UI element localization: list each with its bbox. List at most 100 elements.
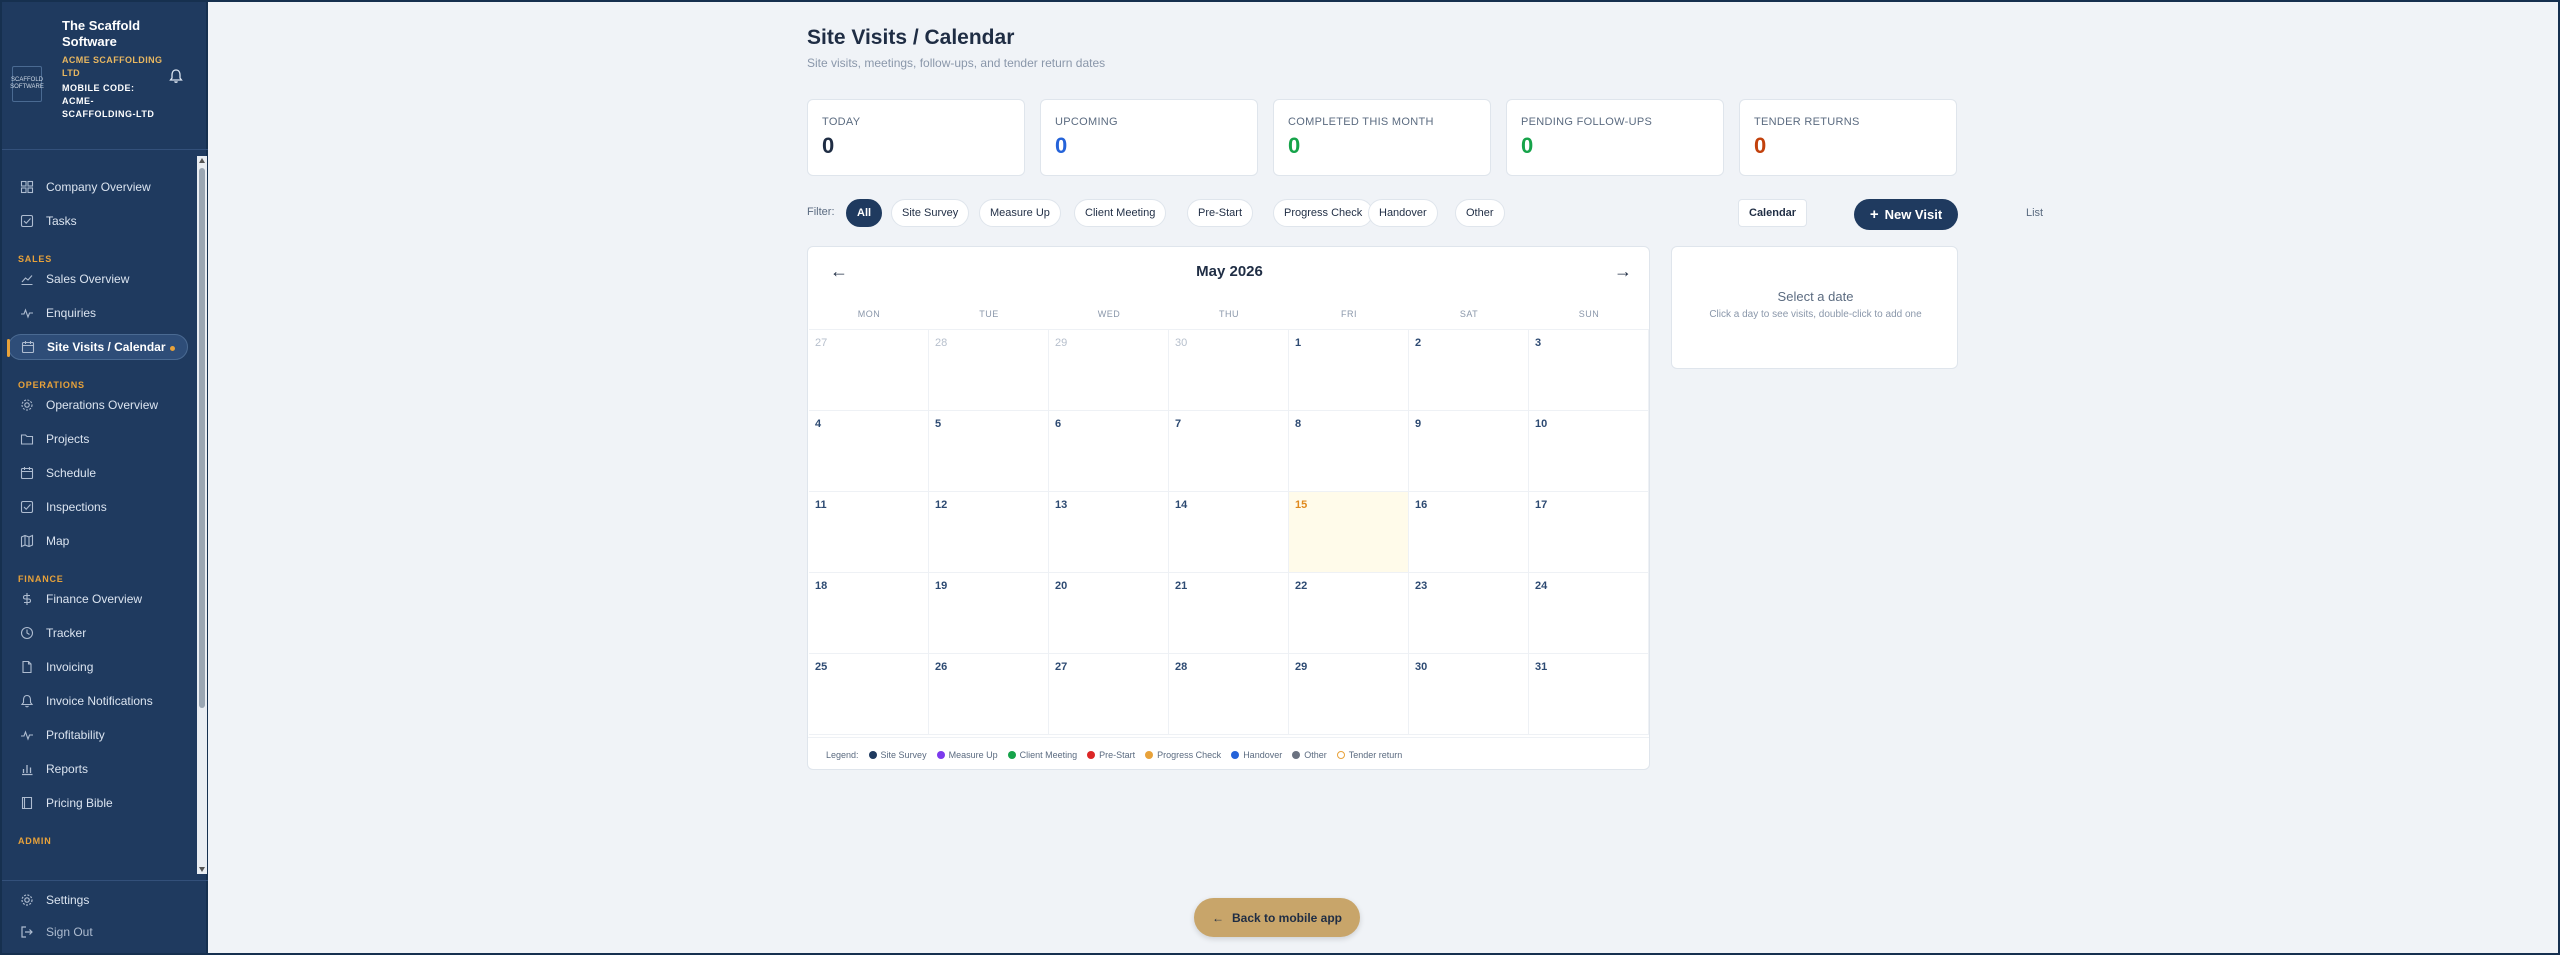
calendar-day-today[interactable]: 15 [1289, 492, 1409, 573]
calendar-day[interactable]: 11 [809, 492, 929, 573]
calendar-day[interactable]: 5 [929, 411, 1049, 492]
legend-title: Legend: [826, 749, 859, 760]
sidebar-item-reports[interactable]: Reports [8, 756, 188, 782]
filter-chip-all[interactable]: All [846, 199, 883, 227]
sidebar-nav: Company Overview Tasks SALES Sales Overview… [0, 158, 198, 872]
calendar-day[interactable]: 31 [1529, 654, 1649, 735]
sidebar-item-tracker[interactable]: Tracker [8, 620, 188, 646]
sidebar-item-projects[interactable]: Projects [8, 426, 188, 452]
calendar-day[interactable]: 9 [1409, 411, 1529, 492]
company-logo: SCAFFOLD SOFTWARE [10, 66, 44, 102]
next-month-arrow-icon[interactable]: → [1614, 261, 1632, 282]
main-content: Site Visits / Calendar Site visits, meet… [208, 0, 2560, 955]
bell-icon[interactable] [168, 68, 184, 84]
stat-card-today: TODAY 0 [807, 99, 1025, 176]
calendar-day[interactable]: 12 [929, 492, 1049, 573]
sidebar-item-invoice-notifications[interactable]: Invoice Notifications [8, 688, 188, 714]
sidebar-item-company-overview[interactable]: Company Overview [8, 174, 188, 200]
filter-chip-progress-check[interactable]: Progress Check [1273, 199, 1374, 227]
folder-icon [20, 434, 34, 445]
day-number: 29 [1055, 337, 1068, 349]
scroll-down-arrow[interactable] [199, 867, 205, 872]
sidebar-item-map[interactable]: Map [8, 528, 188, 554]
calendar-day[interactable]: 22 [1289, 573, 1409, 654]
sidebar-item-pricing-bible[interactable]: Pricing Bible [8, 790, 188, 816]
sidebar-item-label: Settings [46, 893, 90, 907]
nav-section-finance: FINANCE [18, 574, 64, 584]
new-visit-button[interactable]: + New Visit [1854, 199, 1958, 230]
bell-icon [20, 694, 34, 708]
sidebar-item-sign-out[interactable]: Sign Out [8, 919, 188, 945]
scrollbar-thumb[interactable] [199, 168, 205, 708]
calendar-day[interactable]: 10 [1529, 411, 1649, 492]
calendar-day[interactable]: 23 [1409, 573, 1529, 654]
calendar-day[interactable]: 17 [1529, 492, 1649, 573]
sidebar-item-label: Tracker [46, 626, 87, 640]
calendar-day[interactable]: 14 [1169, 492, 1289, 573]
calendar-day[interactable]: 3 [1529, 330, 1649, 411]
new-visit-label: New Visit [1884, 207, 1943, 222]
sidebar-item-profitability[interactable]: Profitability [8, 722, 188, 748]
calendar-day[interactable]: 16 [1409, 492, 1529, 573]
calendar-day[interactable]: 21 [1169, 573, 1289, 654]
calendar-day[interactable]: 6 [1049, 411, 1169, 492]
filter-chip-handover[interactable]: Handover [1368, 199, 1438, 227]
calendar-day[interactable]: 4 [809, 411, 929, 492]
back-to-mobile-button[interactable]: ← Back to mobile app [1194, 898, 1360, 937]
calendar-day[interactable]: 28 [1169, 654, 1289, 735]
calendar-day[interactable]: 13 [1049, 492, 1169, 573]
calendar-day[interactable]: 8 [1289, 411, 1409, 492]
sidebar-footer: Settings Sign Out [0, 880, 208, 955]
calendar-day[interactable]: 2 [1409, 330, 1529, 411]
sidebar-scrollbar[interactable] [197, 156, 207, 874]
calendar-day[interactable]: 19 [929, 573, 1049, 654]
calendar-day[interactable]: 7 [1169, 411, 1289, 492]
sidebar-item-schedule[interactable]: Schedule [8, 460, 188, 486]
view-calendar-button[interactable]: Calendar [1738, 199, 1808, 227]
calendar-day[interactable]: 18 [809, 573, 929, 654]
calendar-day[interactable]: 29 [1049, 330, 1169, 411]
checkbox-icon [20, 500, 34, 514]
sidebar-item-invoicing[interactable]: Invoicing [8, 654, 188, 680]
calendar-day[interactable]: 26 [929, 654, 1049, 735]
sidebar-item-inspections[interactable]: Inspections [8, 494, 188, 520]
filter-chip-client-meeting[interactable]: Client Meeting [1074, 199, 1167, 227]
calendar-day[interactable]: 28 [929, 330, 1049, 411]
day-number: 28 [1175, 661, 1188, 673]
legend-label: Pre-Start [1099, 749, 1136, 760]
bar-chart-icon [22, 765, 33, 776]
filter-chip-other[interactable]: Other [1455, 199, 1505, 227]
calendar-day[interactable]: 20 [1049, 573, 1169, 654]
legend-label: Measure Up [948, 749, 998, 760]
legend-label: Other [1304, 749, 1327, 760]
sidebar-item-tasks[interactable]: Tasks [8, 208, 188, 234]
sidebar-item-label: Invoicing [46, 660, 94, 674]
sidebar-item-sales-overview[interactable]: Sales Overview [8, 266, 188, 292]
sidebar-item-finance-overview[interactable]: Finance Overview [8, 586, 188, 612]
weekday-header-mon: MON [857, 309, 881, 319]
calendar-day[interactable]: 24 [1529, 573, 1649, 654]
view-list-button[interactable]: List [2016, 199, 2053, 227]
calendar-day[interactable]: 25 [809, 654, 929, 735]
day-number: 17 [1535, 499, 1548, 511]
calendar-day[interactable]: 30 [1169, 330, 1289, 411]
legend-label: Handover [1243, 749, 1283, 760]
filter-chip-pre-start[interactable]: Pre-Start [1187, 199, 1254, 227]
sidebar-item-enquiries[interactable]: Enquiries [8, 300, 188, 326]
day-number: 19 [935, 580, 948, 592]
mobile-code: MOBILE CODE: ACME-SCAFFOLDING-LTD [62, 82, 162, 121]
filter-chip-measure-up[interactable]: Measure Up [979, 199, 1061, 227]
scroll-up-arrow[interactable] [199, 158, 205, 163]
sidebar-item-operations-overview[interactable]: Operations Overview [8, 392, 188, 418]
legend-label: Site Survey [880, 749, 927, 760]
calendar-day[interactable]: 1 [1289, 330, 1409, 411]
day-number: 3 [1535, 337, 1542, 349]
calendar-day[interactable]: 29 [1289, 654, 1409, 735]
sidebar-item-settings[interactable]: Settings [8, 887, 188, 913]
day-number: 16 [1415, 499, 1428, 511]
sidebar-item-site-visits-calendar[interactable]: Site Visits / Calendar [7, 334, 188, 360]
calendar-day[interactable]: 27 [1049, 654, 1169, 735]
filter-chip-site-survey[interactable]: Site Survey [891, 199, 970, 227]
calendar-day[interactable]: 30 [1409, 654, 1529, 735]
calendar-day[interactable]: 27 [809, 330, 929, 411]
